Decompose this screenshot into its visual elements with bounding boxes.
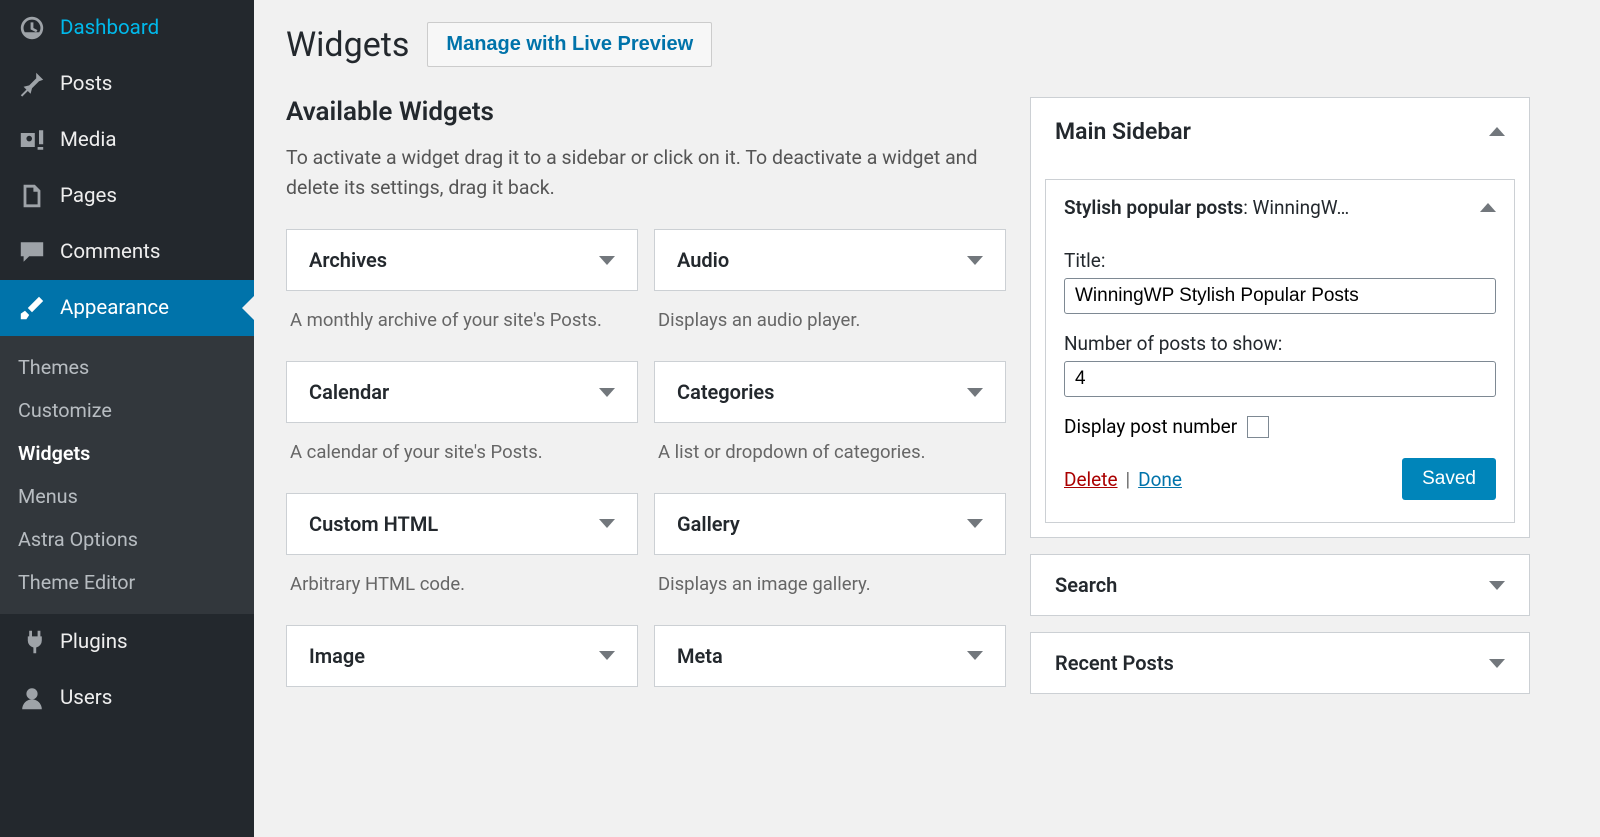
brush-icon: [18, 294, 46, 322]
num-posts-input[interactable]: [1064, 361, 1496, 397]
nav-users[interactable]: Users: [0, 670, 254, 726]
chevron-down-icon: [599, 256, 615, 265]
widget-desc: A monthly archive of your site's Posts.: [286, 307, 638, 345]
done-link[interactable]: Done: [1138, 468, 1182, 491]
widget-desc: A list or dropdown of categories.: [654, 439, 1006, 477]
nav-label: Plugins: [60, 630, 128, 654]
nav-pages[interactable]: Pages: [0, 168, 254, 224]
chevron-down-icon: [1489, 581, 1505, 590]
widget-name: Calendar: [309, 380, 389, 404]
available-widget-calendar[interactable]: Calendar: [286, 361, 638, 423]
widget-name: Meta: [677, 644, 723, 668]
widget-desc: Arbitrary HTML code.: [286, 571, 638, 609]
chevron-down-icon: [967, 256, 983, 265]
nav-media[interactable]: Media: [0, 112, 254, 168]
available-widget-categories[interactable]: Categories: [654, 361, 1006, 423]
available-title: Available Widgets: [286, 97, 1006, 127]
available-desc: To activate a widget drag it to a sideba…: [286, 143, 1006, 203]
dashboard-icon: [18, 14, 46, 42]
chevron-down-icon: [967, 651, 983, 660]
title-label: Title:: [1064, 249, 1496, 272]
stylish-popular-posts-widget: Stylish popular posts: WinningW… Title: …: [1045, 179, 1515, 523]
appearance-submenu: Themes Customize Widgets Menus Astra Opt…: [0, 336, 254, 614]
nav-comments[interactable]: Comments: [0, 224, 254, 280]
area-title: Main Sidebar: [1055, 118, 1191, 145]
admin-sidebar: Dashboard Posts Media Pages Comments App…: [0, 0, 254, 837]
main-sidebar-header[interactable]: Main Sidebar: [1031, 98, 1529, 165]
available-widget-archives[interactable]: Archives: [286, 229, 638, 291]
submenu-customize[interactable]: Customize: [0, 389, 254, 432]
nav-label: Appearance: [60, 296, 169, 320]
recent-posts-widget-collapsed[interactable]: Recent Posts: [1030, 632, 1530, 694]
title-input[interactable]: [1064, 278, 1496, 314]
page-header: Widgets Manage with Live Preview: [286, 22, 1568, 67]
widget-name: Archives: [309, 248, 387, 272]
saved-button[interactable]: Saved: [1402, 458, 1496, 500]
submenu-menus[interactable]: Menus: [0, 475, 254, 518]
display-post-number-label: Display post number: [1064, 415, 1237, 438]
nav-label: Comments: [60, 240, 160, 264]
widget-desc: Displays an image gallery.: [654, 571, 1006, 609]
delete-link[interactable]: Delete: [1064, 468, 1118, 491]
submenu-widgets[interactable]: Widgets: [0, 432, 254, 475]
available-widget-custom-html[interactable]: Custom HTML: [286, 493, 638, 555]
widget-name: Gallery: [677, 512, 740, 536]
chevron-up-icon: [1480, 203, 1496, 212]
available-widget-audio[interactable]: Audio: [654, 229, 1006, 291]
chevron-down-icon: [599, 388, 615, 397]
pin-icon: [18, 70, 46, 98]
available-widget-gallery[interactable]: Gallery: [654, 493, 1006, 555]
widget-name: Custom HTML: [309, 512, 438, 536]
widget-desc: [654, 703, 1006, 713]
submenu-themes[interactable]: Themes: [0, 346, 254, 389]
nav-label: Media: [60, 128, 116, 152]
comments-icon: [18, 238, 46, 266]
chevron-down-icon: [1489, 659, 1505, 668]
live-preview-button[interactable]: Manage with Live Preview: [427, 22, 712, 67]
collapsed-label: Recent Posts: [1055, 651, 1174, 675]
chevron-down-icon: [967, 388, 983, 397]
widget-header-title: Stylish popular posts: WinningW…: [1064, 196, 1349, 219]
available-widgets-column: Available Widgets To activate a widget d…: [286, 97, 1006, 713]
separator: |: [1126, 468, 1131, 491]
display-post-number-checkbox[interactable]: [1247, 416, 1269, 438]
nav-dashboard[interactable]: Dashboard: [0, 0, 254, 56]
main-content: Widgets Manage with Live Preview Availab…: [254, 0, 1600, 837]
search-widget-collapsed[interactable]: Search: [1030, 554, 1530, 616]
widget-desc: A calendar of your site's Posts.: [286, 439, 638, 477]
submenu-astra-options[interactable]: Astra Options: [0, 518, 254, 561]
widget-name: Image: [309, 644, 365, 668]
submenu-theme-editor[interactable]: Theme Editor: [0, 561, 254, 604]
widget-name: Categories: [677, 380, 774, 404]
collapsed-label: Search: [1055, 573, 1117, 597]
chevron-down-icon: [599, 651, 615, 660]
nav-posts[interactable]: Posts: [0, 56, 254, 112]
nav-plugins[interactable]: Plugins: [0, 614, 254, 670]
chevron-down-icon: [599, 519, 615, 528]
widget-desc: Displays an audio player.: [654, 307, 1006, 345]
nav-label: Users: [60, 686, 112, 710]
sidebar-areas-column: Main Sidebar Stylish popular posts: Winn…: [1030, 97, 1530, 713]
nav-label: Dashboard: [60, 16, 159, 40]
nav-label: Pages: [60, 184, 117, 208]
plug-icon: [18, 628, 46, 656]
media-icon: [18, 126, 46, 154]
nav-appearance[interactable]: Appearance: [0, 280, 254, 336]
chevron-up-icon: [1489, 127, 1505, 136]
num-posts-label: Number of posts to show:: [1064, 332, 1496, 355]
widget-name: Audio: [677, 248, 729, 272]
page-title: Widgets: [286, 25, 409, 65]
main-sidebar-area: Main Sidebar Stylish popular posts: Winn…: [1030, 97, 1530, 538]
users-icon: [18, 684, 46, 712]
widget-header[interactable]: Stylish popular posts: WinningW…: [1046, 180, 1514, 235]
chevron-down-icon: [967, 519, 983, 528]
available-widget-image[interactable]: Image: [286, 625, 638, 687]
nav-label: Posts: [60, 72, 112, 96]
widget-desc: [286, 703, 638, 713]
available-widget-meta[interactable]: Meta: [654, 625, 1006, 687]
pages-icon: [18, 182, 46, 210]
